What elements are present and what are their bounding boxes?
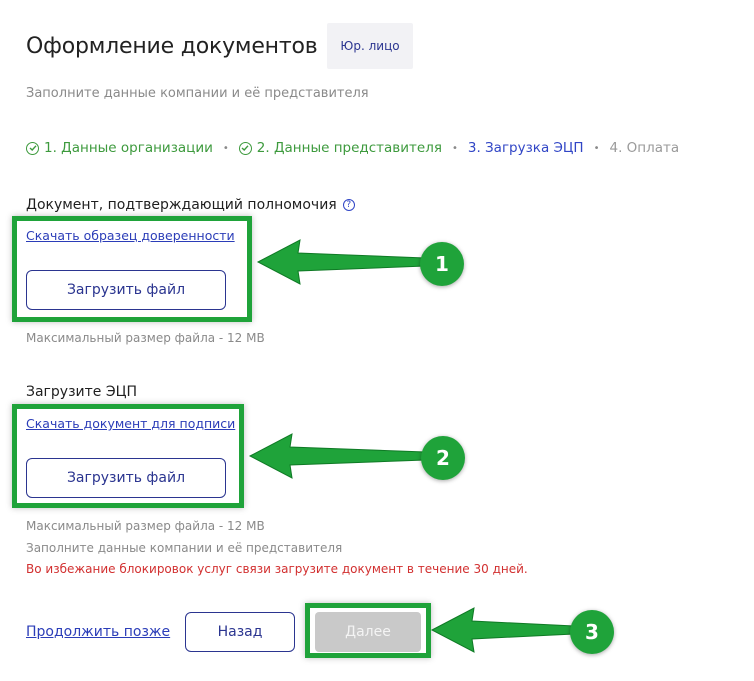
annotation-badge-2: 2: [421, 436, 465, 480]
arrow-icon: [256, 239, 426, 285]
arrow-icon: [430, 607, 575, 653]
annotation-badge-1: 1: [420, 242, 464, 286]
arrow-icon: [248, 433, 426, 479]
annotation-arrows: [248, 239, 575, 653]
annotation-badge-3: 3: [570, 610, 614, 654]
